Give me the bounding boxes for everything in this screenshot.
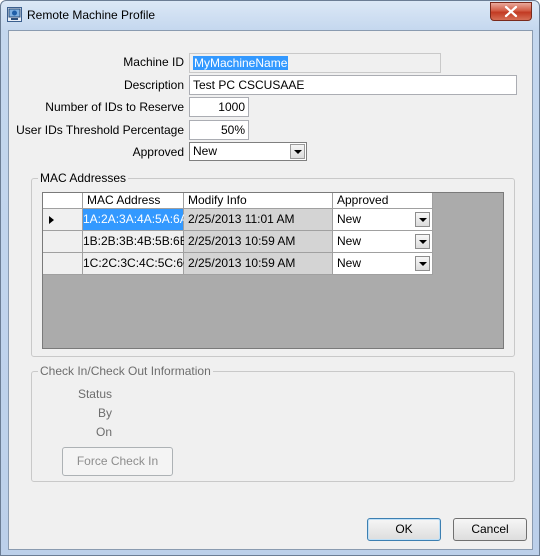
table-cell-modify[interactable]: 2/25/2013 10:59 AM	[184, 231, 333, 253]
description-label: Description	[123, 78, 184, 92]
approved-dropdown-button[interactable]	[290, 144, 305, 159]
ok-button[interactable]: OK	[367, 518, 441, 541]
ids-to-reserve-field[interactable]: 1000	[189, 97, 249, 117]
table-cell-modify[interactable]: 2/25/2013 10:59 AM	[184, 253, 333, 275]
row-header[interactable]	[43, 209, 83, 231]
table-cell-approved[interactable]: New	[333, 253, 433, 275]
approved-cell-value: New	[337, 212, 362, 226]
by-label: By	[97, 406, 112, 420]
approved-dropdown-value: New	[193, 144, 218, 158]
table-cell-approved[interactable]: New	[333, 209, 433, 231]
machine-id-field[interactable]: MyMachineName	[189, 53, 441, 73]
table-cell-modify[interactable]: 2/25/2013 11:01 AM	[184, 209, 333, 231]
description-field[interactable]: Test PC CSCUSAAE	[189, 75, 517, 95]
mac-addresses-group: MAC Addresses MAC Address Modify Info Ap…	[31, 171, 515, 357]
grid-corner-header	[43, 193, 83, 209]
column-header-modify[interactable]: Modify Info	[184, 193, 333, 209]
chevron-down-icon	[419, 262, 427, 266]
approved-cell-value: New	[337, 234, 362, 248]
current-row-arrow-icon	[49, 216, 54, 224]
column-header-approved[interactable]: Approved	[333, 193, 433, 209]
window-title: Remote Machine Profile	[27, 8, 156, 22]
cell-dropdown-button[interactable]	[415, 256, 430, 271]
cell-dropdown-button[interactable]	[415, 212, 430, 227]
row-header[interactable]	[43, 231, 83, 253]
ids-to-reserve-label: Number of IDs to Reserve	[45, 100, 184, 114]
close-icon	[504, 5, 518, 18]
row-header[interactable]	[43, 253, 83, 275]
column-header-mac[interactable]: MAC Address	[83, 193, 184, 209]
dialog-window: Remote Machine Profile Machine ID MyMach…	[0, 0, 540, 556]
chevron-down-icon	[294, 150, 302, 154]
mac-addresses-grid[interactable]: MAC Address Modify Info Approved 1A:2A:3…	[42, 192, 504, 349]
checkin-group: Check In/Check Out Information Status By…	[31, 364, 515, 482]
machine-id-value: MyMachineName	[193, 56, 289, 70]
chevron-down-icon	[419, 218, 427, 222]
status-label: Status	[77, 387, 112, 401]
cell-dropdown-button[interactable]	[415, 234, 430, 249]
on-label: On	[95, 425, 112, 439]
chevron-down-icon	[419, 240, 427, 244]
approved-dropdown[interactable]: New	[189, 142, 307, 161]
table-cell-mac[interactable]: 1C:2C:3C:4C:5C:6C	[83, 253, 192, 275]
threshold-field[interactable]: 50%	[189, 120, 249, 140]
table-cell-approved[interactable]: New	[333, 231, 433, 253]
approved-label: Approved	[132, 145, 184, 159]
mac-addresses-group-title: MAC Addresses	[38, 171, 129, 185]
approved-cell-value: New	[337, 256, 362, 270]
table-cell-mac[interactable]: 1A:2A:3A:4A:5A:6A	[83, 209, 188, 231]
force-check-in-button[interactable]: Force Check In	[62, 447, 173, 476]
close-button[interactable]	[490, 2, 532, 21]
table-cell-mac[interactable]: 1B:2B:3B:4B:5B:6B	[83, 231, 188, 253]
title-bar[interactable]: Remote Machine Profile	[1, 1, 539, 29]
machine-id-label: Machine ID	[123, 55, 184, 69]
cancel-button[interactable]: Cancel	[453, 518, 527, 541]
dialog-body: Machine ID MyMachineName Description Tes…	[8, 30, 533, 550]
app-icon	[7, 7, 22, 22]
checkin-group-title: Check In/Check Out Information	[38, 364, 213, 378]
threshold-label: User IDs Threshold Percentage	[16, 123, 184, 137]
